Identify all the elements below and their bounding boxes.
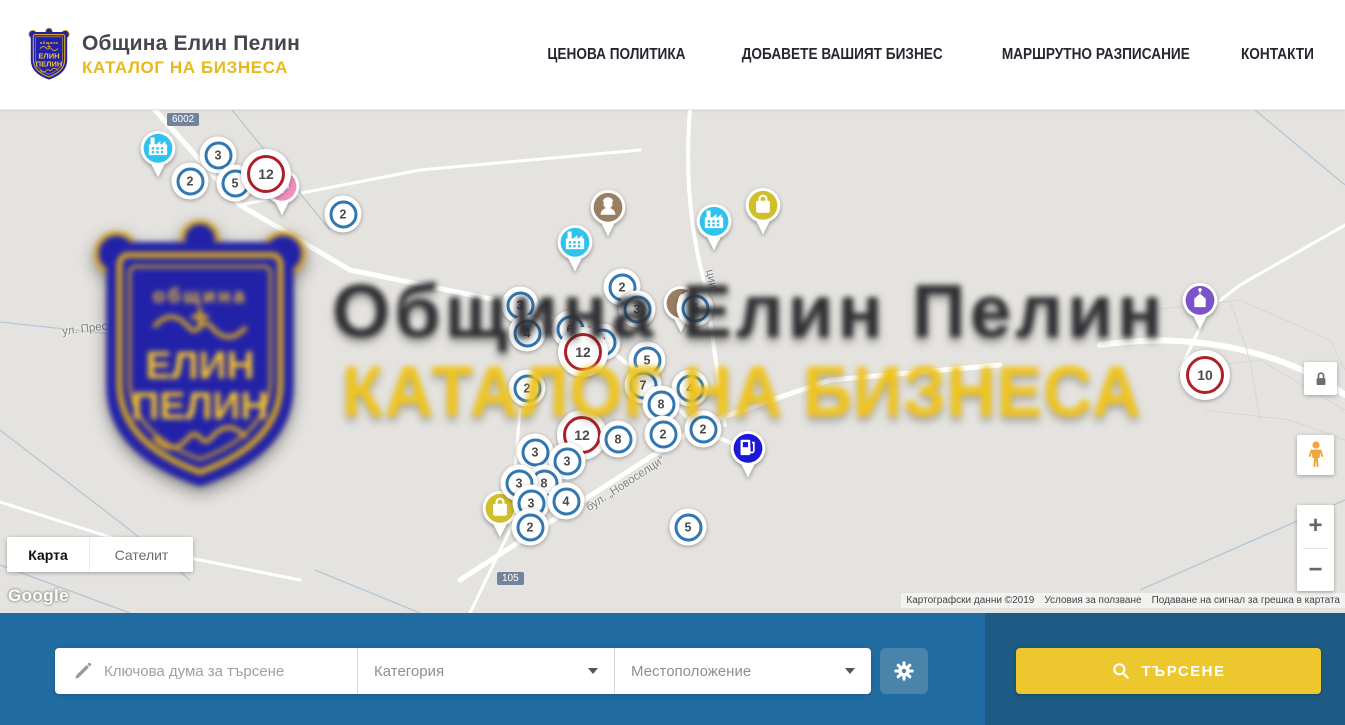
keyword-section xyxy=(55,648,357,694)
shopping-bag-icon xyxy=(745,187,782,235)
cluster-count: 5 xyxy=(674,513,702,541)
map-pin-marker-factory[interactable] xyxy=(696,203,733,251)
factory-icon xyxy=(140,130,177,178)
cluster-count: 10 xyxy=(1186,356,1224,394)
search-filter-bar: Категория Местоположение xyxy=(55,648,871,694)
map-pin-marker-shopping-bag[interactable] xyxy=(745,187,782,235)
watermark-crest-top-label: община xyxy=(153,286,248,308)
crest-name-line2: ПЕЛИН xyxy=(36,59,63,68)
zoom-control: + − xyxy=(1297,505,1334,591)
map-cluster-marker[interactable]: 4 xyxy=(548,483,585,520)
cluster-count: 2 xyxy=(176,167,204,195)
search-button-label: ТЪРСЕНЕ xyxy=(1141,663,1225,680)
crest-top-label: община xyxy=(40,39,59,44)
report-error-link[interactable]: Подаване на сигнал за грешка в картата xyxy=(1147,593,1345,608)
factory-icon xyxy=(557,224,594,272)
chevron-down-icon xyxy=(588,668,598,674)
cluster-count: 12 xyxy=(247,155,285,193)
municipality-crest-icon: община ЕЛИН ПЕЛИН xyxy=(26,27,72,83)
map-cluster-marker[interactable]: 2 xyxy=(172,163,209,200)
pencil-icon xyxy=(73,662,92,681)
nav-item-pricing-policy[interactable]: ЦЕНОВА ПОЛИТИКА xyxy=(548,46,686,64)
pegman-icon xyxy=(1304,440,1328,470)
cluster-count: 4 xyxy=(552,487,580,515)
map-cluster-marker[interactable]: 5 xyxy=(670,509,707,546)
business-map[interactable]: 32512223534671252748128223383342510 xyxy=(0,110,1345,613)
worker-icon xyxy=(590,189,627,237)
watermark-crest-line2: ПЕЛИН xyxy=(132,385,269,428)
cluster-count: 2 xyxy=(329,200,357,228)
map-pin-marker-factory[interactable] xyxy=(140,130,177,178)
map-pin-marker-worker[interactable] xyxy=(590,189,627,237)
nav-item-contacts[interactable]: КОНТАКТИ xyxy=(1241,46,1314,64)
map-data-credit: Картографски данни ©2019 xyxy=(901,593,1039,608)
cluster-count: 2 xyxy=(516,513,544,541)
lock-icon xyxy=(1310,368,1332,390)
location-select[interactable]: Местоположение xyxy=(614,648,871,694)
zoom-out-button[interactable]: − xyxy=(1297,548,1334,591)
search-button[interactable]: ТЪРСЕНЕ xyxy=(1016,648,1321,694)
site-title: Община Елин Пелин xyxy=(82,32,300,56)
map-cluster-marker[interactable]: 2 xyxy=(512,509,549,546)
map-pin-marker-fuel[interactable] xyxy=(730,430,767,478)
category-select-label: Категория xyxy=(374,663,444,680)
map-pin-marker-factory[interactable] xyxy=(557,224,594,272)
watermark-crest: община ЕЛИН ПЕЛИН xyxy=(85,215,315,505)
map-cluster-marker[interactable]: 12 xyxy=(241,149,291,199)
site-subtitle: КАТАЛОГ НА БИЗНЕСА xyxy=(82,58,300,78)
satellite-type-button[interactable]: Сателит xyxy=(89,537,193,572)
map-type-control: Карта Сателит xyxy=(7,537,193,572)
map-lock-button[interactable] xyxy=(1304,362,1337,395)
street-view-pegman-button[interactable] xyxy=(1297,435,1334,475)
advanced-search-button[interactable] xyxy=(880,648,928,694)
map-cluster-marker[interactable]: 2 xyxy=(325,196,362,233)
factory-icon xyxy=(696,203,733,251)
road-label: 6002 xyxy=(167,113,199,126)
nav-item-route-schedule[interactable]: МАРШРУТНО РАЗПИСАНИЕ xyxy=(1002,46,1190,64)
watermark-subtitle: КАТАЛОГ НА БИЗНЕСА xyxy=(342,352,1142,433)
cluster-count: 3 xyxy=(521,438,549,466)
search-icon xyxy=(1111,661,1131,681)
category-select[interactable]: Категория xyxy=(357,648,614,694)
map-attribution: Картографски данни ©2019 Условия за полз… xyxy=(901,593,1345,608)
watermark-title: Община Елин Пелин xyxy=(332,268,1166,354)
main-nav: ЦЕНОВА ПОЛИТИКА ДОБАВЕТЕ ВАШИЯТ БИЗНЕС М… xyxy=(538,46,1319,64)
keyword-search-input[interactable] xyxy=(104,663,357,680)
header: община ЕЛИН ПЕЛИН Община Елин Пелин КАТА… xyxy=(0,0,1345,110)
road-label: 105 xyxy=(497,572,524,585)
terms-link[interactable]: Условия за ползване xyxy=(1039,593,1146,608)
site-logo[interactable]: община ЕЛИН ПЕЛИН Община Елин Пелин КАТА… xyxy=(26,27,300,83)
nav-item-add-business[interactable]: ДОБАВЕТЕ ВАШИЯТ БИЗНЕС xyxy=(742,46,943,64)
fuel-icon xyxy=(730,430,767,478)
map-pin-marker-church[interactable] xyxy=(1182,282,1219,330)
map-type-button[interactable]: Карта xyxy=(7,537,89,572)
zoom-in-button[interactable]: + xyxy=(1297,505,1334,548)
map-cluster-marker[interactable]: 10 xyxy=(1180,350,1230,400)
gear-icon xyxy=(893,660,915,682)
search-panel: Категория Местоположение ТЪРСЕНЕ xyxy=(0,613,1345,725)
church-icon xyxy=(1182,282,1219,330)
watermark-crest-line1: ЕЛИН xyxy=(145,345,254,388)
google-logo[interactable]: Google xyxy=(8,586,69,606)
chevron-down-icon xyxy=(845,668,855,674)
location-select-label: Местоположение xyxy=(631,663,751,680)
